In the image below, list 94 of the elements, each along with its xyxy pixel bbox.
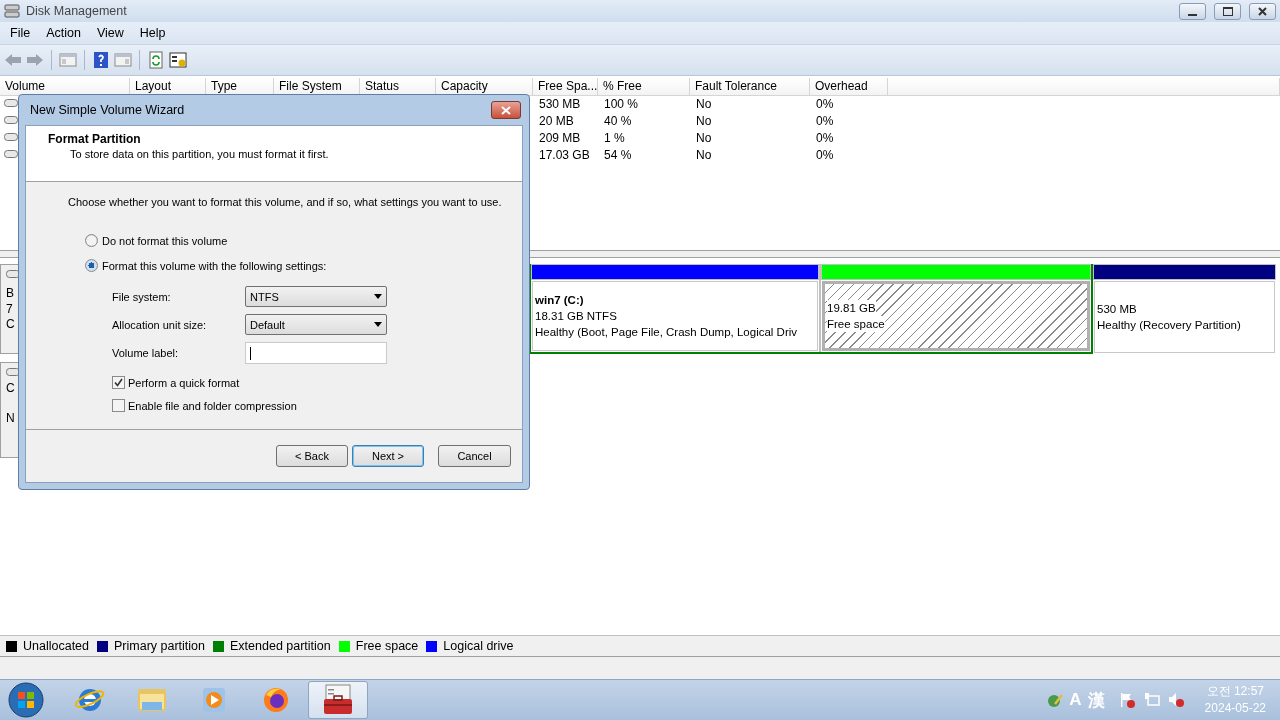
radio-option[interactable]: Do not format this volume bbox=[85, 234, 522, 247]
menu-item[interactable]: Help bbox=[131, 24, 174, 42]
partition-block[interactable]: 530 MB Healthy (Recovery Partition) bbox=[1094, 281, 1275, 353]
column-header[interactable]: Overhead bbox=[810, 78, 888, 96]
close-icon bbox=[501, 105, 511, 115]
close-icon bbox=[1258, 6, 1267, 16]
page-heading: Format Partition bbox=[48, 132, 142, 146]
window-title: Disk Management bbox=[26, 4, 128, 18]
disk-info-text: N bbox=[6, 410, 15, 426]
table-cell-text: 54 % bbox=[603, 147, 633, 164]
radio-label: Format this volume with the following settings: bbox=[102, 259, 327, 272]
disk-management-icon bbox=[4, 4, 20, 18]
checkbox-label: Enable file and folder compression bbox=[128, 399, 297, 412]
radio-button[interactable] bbox=[85, 259, 98, 272]
radio-label: Do not format this volume bbox=[102, 234, 228, 247]
partition-block[interactable]: win7 (C:) 18.31 GB NTFS Healthy (Boot, Page File, Crash Dump, Logical Driv bbox=[532, 281, 818, 351]
partition-status: Free space bbox=[827, 316, 885, 332]
legend-label: Primary partition bbox=[114, 639, 205, 653]
partition-status: Healthy (Boot, Page File, Crash Dump, Logical Driv bbox=[535, 325, 798, 340]
table-cell-text: 0% bbox=[815, 147, 835, 164]
table-cell-text: 530 MB bbox=[538, 96, 582, 113]
field-label: Volume label: bbox=[112, 347, 180, 359]
checkbox[interactable] bbox=[112, 399, 125, 412]
properties-icon[interactable] bbox=[169, 51, 187, 69]
wizard-button[interactable]: < Back bbox=[276, 445, 348, 467]
partition-name: win7 (C:) bbox=[535, 293, 584, 308]
wizard-button[interactable]: Next > bbox=[352, 445, 424, 467]
disk-info-text: 7 bbox=[6, 301, 13, 317]
column-header[interactable]: Volume bbox=[0, 78, 130, 96]
legend-label: Unallocated bbox=[23, 639, 89, 653]
checkbox-label: Perform a quick format bbox=[128, 376, 240, 389]
menu-item[interactable]: View bbox=[88, 24, 132, 42]
flag-error-icon[interactable] bbox=[1118, 691, 1137, 709]
partition-block[interactable]: 19.81 GB Free space bbox=[822, 281, 1090, 351]
partition-status: Healthy (Recovery Partition) bbox=[1097, 318, 1241, 333]
disk-info-text: C bbox=[6, 317, 15, 333]
maximize-button[interactable] bbox=[1214, 2, 1241, 20]
table-cell-text: 1 % bbox=[603, 130, 626, 147]
radio-option[interactable]: Format this volume with the following settings: bbox=[85, 259, 522, 272]
partition-size: 19.81 GB bbox=[827, 300, 876, 316]
column-header[interactable]: % Free bbox=[598, 78, 690, 96]
table-cell-text: 100 % bbox=[603, 96, 640, 113]
check-mark-icon bbox=[114, 378, 123, 387]
field-label: File system: bbox=[112, 290, 172, 303]
file-system-dropdown[interactable]: NTFS bbox=[245, 286, 387, 307]
table-cell-text: No bbox=[695, 147, 713, 164]
table-cell-text: 17.03 GB bbox=[538, 147, 591, 164]
taskbar-app[interactable] bbox=[308, 681, 368, 719]
minimize-button[interactable] bbox=[1179, 2, 1206, 20]
dropdown-arrow-icon bbox=[374, 294, 382, 299]
legend-label: Extended partition bbox=[230, 639, 331, 653]
start-button[interactable] bbox=[6, 681, 46, 719]
column-header[interactable]: Fault Tolerance bbox=[690, 78, 810, 96]
instruction-text: Choose whether you want to format this volume, and if so, what settings you want to use. bbox=[68, 196, 503, 208]
legend-label: Logical drive bbox=[443, 639, 514, 653]
menu-item[interactable]: File bbox=[2, 24, 39, 42]
close-button[interactable] bbox=[1249, 2, 1276, 20]
table-cell-text: 0% bbox=[815, 113, 835, 130]
close-button[interactable] bbox=[491, 101, 521, 119]
allocation-size-dropdown[interactable]: Default bbox=[245, 314, 387, 335]
page-subheading: To store data on this partition, you must format it first. bbox=[69, 148, 330, 160]
table-cell-text: No bbox=[695, 130, 713, 147]
menu-item[interactable]: Action bbox=[38, 24, 89, 42]
legend-label: Free space bbox=[355, 639, 419, 653]
table-cell-text: 209 MB bbox=[538, 130, 582, 147]
column-header[interactable]: Free Spa... bbox=[533, 78, 598, 96]
column-header[interactable]: Capacity bbox=[436, 78, 533, 96]
field-label: Allocation unit size: bbox=[112, 318, 208, 331]
table-cell-text: No bbox=[695, 96, 713, 113]
wizard-button[interactable]: Cancel bbox=[438, 445, 511, 467]
dropdown-arrow-icon bbox=[374, 322, 382, 327]
back-arrow-icon[interactable] bbox=[4, 51, 22, 69]
refresh-icon[interactable] bbox=[147, 51, 165, 69]
maximize-icon bbox=[1222, 6, 1233, 16]
forward-arrow-icon[interactable] bbox=[26, 51, 44, 69]
table-cell-text: 20 MB bbox=[538, 113, 575, 130]
language-bar-icon[interactable] bbox=[1047, 692, 1064, 708]
minimize-icon bbox=[1188, 14, 1197, 16]
radio-button[interactable] bbox=[85, 234, 98, 247]
disk-info-text: C bbox=[6, 381, 15, 397]
table-cell-text: No bbox=[695, 113, 713, 130]
speaker-muted-icon[interactable] bbox=[1166, 691, 1185, 709]
partition-size: 530 MB bbox=[1097, 302, 1137, 317]
disk-info-text: B bbox=[6, 286, 14, 302]
table-cell-text: 0% bbox=[815, 96, 835, 113]
volume-label-field[interactable] bbox=[245, 342, 387, 364]
checkbox[interactable] bbox=[112, 376, 125, 389]
firefox-icon bbox=[261, 685, 291, 715]
partition-size: 18.31 GB NTFS bbox=[535, 309, 617, 324]
dialog-title: New Simple Volume Wizard bbox=[30, 103, 186, 117]
table-cell-text: 0% bbox=[815, 130, 835, 147]
table-cell-text: 40 % bbox=[603, 113, 633, 130]
media-player-icon bbox=[200, 685, 228, 715]
help-icon[interactable] bbox=[92, 51, 110, 69]
